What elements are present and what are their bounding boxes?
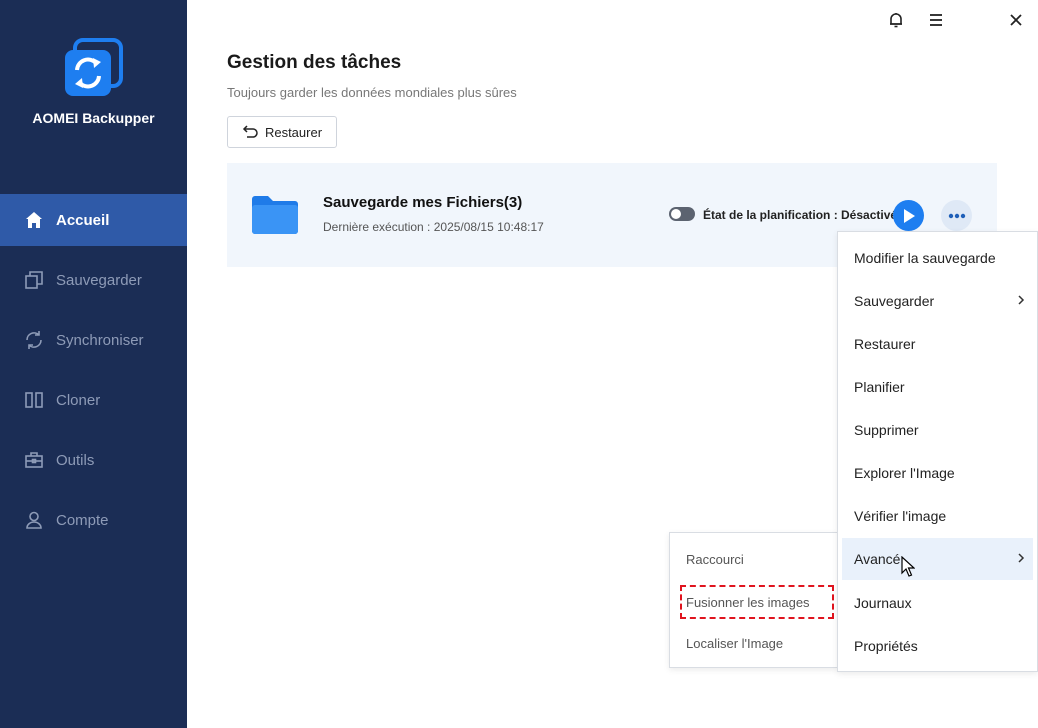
- submenu-item-localiser-image[interactable]: Localiser l'Image: [682, 628, 827, 658]
- sidebar-item-label: Sauvegarder: [56, 271, 142, 289]
- restore-button-label: Restaurer: [264, 124, 323, 140]
- backup-icon: [24, 270, 44, 290]
- menu-item-label: Propriétés: [854, 638, 918, 654]
- sidebar-item-label: Outils: [56, 451, 95, 469]
- chevron-right-icon: [1018, 553, 1025, 563]
- sidebar-item-compte[interactable]: Compte: [0, 494, 187, 546]
- menu-item-modifier[interactable]: Modifier la sauvegarde: [842, 237, 1033, 279]
- menu-icon[interactable]: [924, 8, 948, 32]
- folder-icon: [251, 195, 299, 235]
- menu-item-label: Modifier la sauvegarde: [854, 250, 996, 266]
- sidebar-item-outils[interactable]: Outils: [0, 434, 187, 486]
- sidebar-item-label: Synchroniser: [56, 331, 144, 349]
- menu-item-label: Sauvegarder: [854, 293, 935, 309]
- sidebar-item-sauvegarder[interactable]: Sauvegarder: [0, 254, 187, 306]
- more-icon: [948, 213, 965, 218]
- advanced-submenu: Raccourci Fusionner les images Localiser…: [669, 532, 838, 668]
- menu-item-sauvegarder[interactable]: Sauvegarder: [842, 280, 1033, 322]
- menu-item-journaux[interactable]: Journaux: [842, 582, 1033, 624]
- play-icon: [903, 208, 915, 223]
- undo-icon: [242, 125, 258, 138]
- schedule-toggle[interactable]: [669, 207, 695, 221]
- task-context-menu: Modifier la sauvegarde Sauvegarder Resta…: [837, 231, 1038, 672]
- sidebar-item-label: Compte: [56, 511, 109, 529]
- submenu-item-raccourci[interactable]: Raccourci: [682, 544, 827, 574]
- menu-item-label: Supprimer: [854, 422, 919, 438]
- sidebar: AOMEI Backupper Accueil Sauvegarder Sync…: [0, 0, 187, 728]
- menu-item-label: Restaurer: [854, 336, 916, 352]
- restore-button[interactable]: Restaurer: [227, 116, 337, 148]
- menu-item-label: Explorer l'Image: [854, 465, 955, 481]
- sidebar-item-label: Cloner: [56, 391, 101, 409]
- task-last-run: Dernière exécution : 2025/08/15 10:48:17: [323, 220, 544, 234]
- chevron-right-icon: [1018, 295, 1025, 305]
- run-button[interactable]: [893, 200, 924, 231]
- user-icon: [24, 510, 44, 530]
- task-name: Sauvegarde mes Fichiers(3): [323, 194, 523, 211]
- bell-icon[interactable]: [884, 8, 908, 32]
- menu-item-supprimer[interactable]: Supprimer: [842, 409, 1033, 451]
- menu-item-avance[interactable]: Avancé: [842, 538, 1033, 580]
- menu-item-planifier[interactable]: Planifier: [842, 366, 1033, 408]
- sidebar-item-cloner[interactable]: Cloner: [0, 374, 187, 426]
- menu-item-label: Planifier: [854, 379, 905, 395]
- app-name: AOMEI Backupper: [32, 110, 155, 126]
- submenu-item-fusionner-images[interactable]: Fusionner les images: [680, 585, 834, 619]
- page-title: Gestion des tâches: [227, 52, 402, 73]
- toolbox-icon: [24, 450, 44, 470]
- sidebar-item-synchroniser[interactable]: Synchroniser: [0, 314, 187, 366]
- menu-item-label: Vérifier l'image: [854, 508, 947, 524]
- close-icon[interactable]: [1004, 8, 1028, 32]
- menu-item-explorer-image[interactable]: Explorer l'Image: [842, 452, 1033, 494]
- sidebar-item-label: Accueil: [56, 211, 110, 229]
- sidebar-item-accueil[interactable]: Accueil: [0, 194, 187, 246]
- sync-icon: [24, 330, 44, 350]
- schedule-status: État de la planification : Désactivé: [703, 208, 898, 222]
- app-logo-icon: [63, 38, 123, 98]
- menu-item-verifier-image[interactable]: Vérifier l'image: [842, 495, 1033, 537]
- menu-item-restaurer[interactable]: Restaurer: [842, 323, 1033, 365]
- menu-item-label: Journaux: [854, 595, 912, 611]
- clone-icon: [24, 390, 44, 410]
- home-icon: [24, 210, 44, 230]
- menu-item-label: Avancé: [854, 551, 901, 567]
- page-subtitle: Toujours garder les données mondiales pl…: [227, 85, 517, 100]
- menu-item-proprietes[interactable]: Propriétés: [842, 625, 1033, 667]
- more-options-button[interactable]: [941, 200, 972, 231]
- mouse-cursor-icon: [901, 556, 915, 577]
